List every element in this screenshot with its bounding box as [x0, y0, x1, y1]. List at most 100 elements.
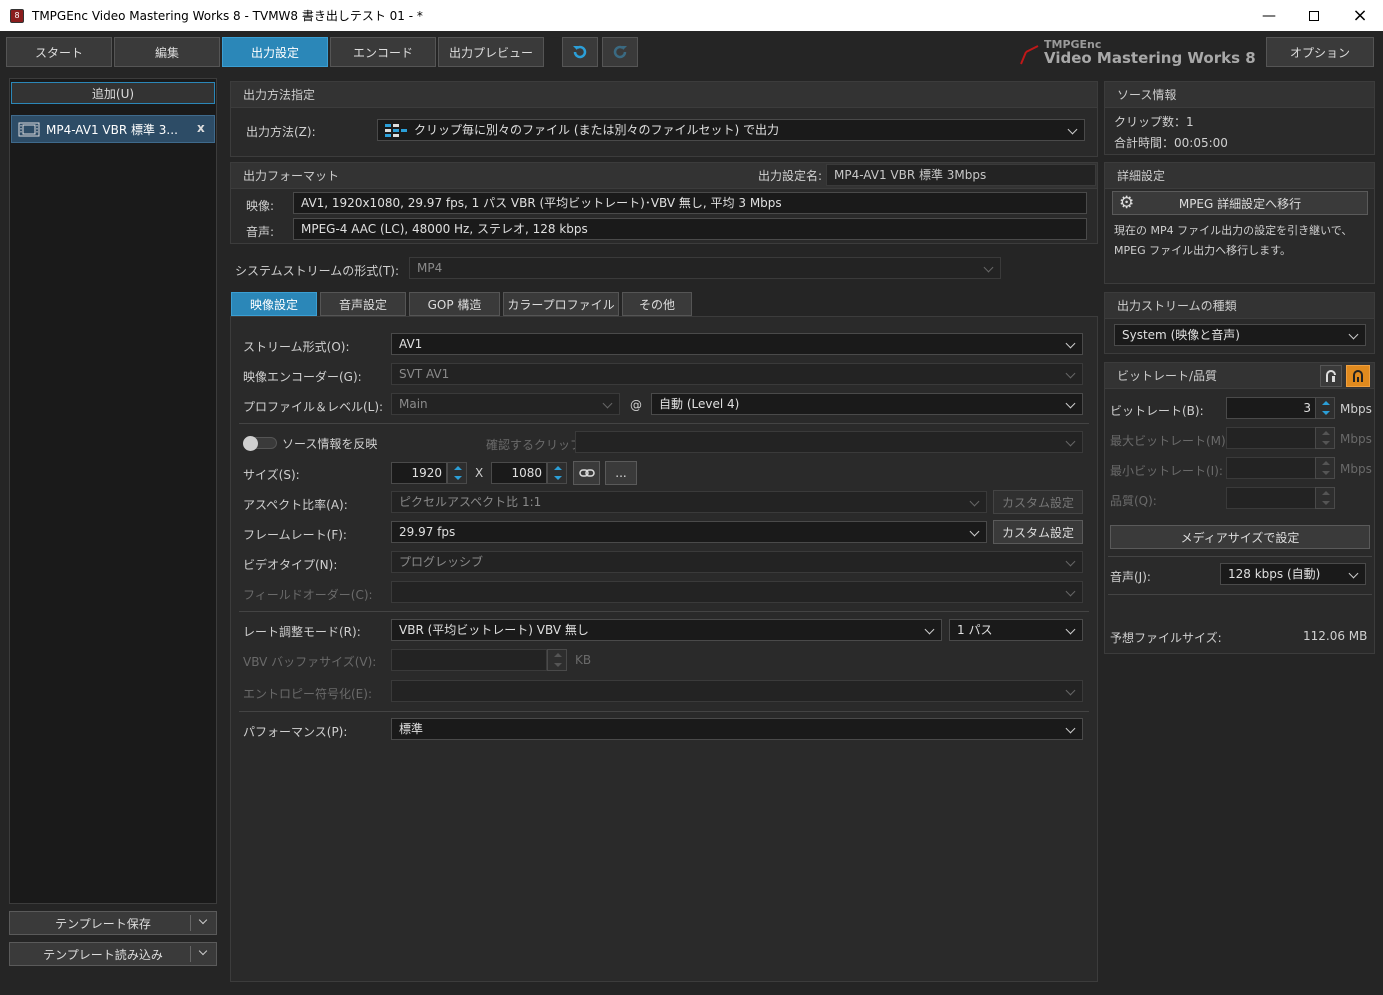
width-stepper[interactable] [447, 462, 467, 484]
maximize-button[interactable] [1291, 0, 1337, 31]
size-x-label: X [475, 466, 484, 480]
tab-output-settings[interactable]: 出力設定 [222, 37, 328, 67]
tab-gop-structure[interactable]: GOP 構造 [409, 292, 500, 316]
grid-icon [385, 124, 407, 137]
framerate-custom-button[interactable]: カスタム設定 [993, 520, 1083, 544]
tab-output-preview[interactable]: 出力プレビュー [438, 37, 544, 67]
chevron-down-icon [1065, 368, 1076, 379]
media-size-button[interactable]: メディアサイズで設定 [1110, 525, 1370, 549]
output-name-field[interactable]: MP4-AV1 VBR 標準 3Mbps [826, 164, 1096, 186]
tab-encode[interactable]: エンコード [330, 37, 436, 67]
framerate-label: フレームレート(F): [243, 528, 347, 542]
chevron-down-icon [1348, 329, 1359, 340]
size-label: サイズ(S): [243, 468, 300, 482]
video-encoder-label: 映像エンコーダー(G): [243, 370, 362, 384]
confirm-clip-select[interactable] [575, 431, 1083, 453]
vbv-label: VBV バッファサイズ(V): [243, 655, 377, 669]
redo-icon[interactable] [602, 37, 638, 67]
tab-audio-settings[interactable]: 音声設定 [320, 292, 406, 316]
size-more-button[interactable]: ... [605, 461, 637, 485]
stream-format-label: ストリーム形式(O): [243, 340, 350, 354]
min-bitrate-input[interactable] [1226, 457, 1316, 479]
entropy-label: エントロピー符号化(E): [243, 687, 372, 701]
quality-stepper[interactable] [1315, 487, 1335, 509]
chevron-down-icon [1065, 723, 1076, 734]
at-symbol: @ [630, 398, 642, 412]
max-bitrate-stepper[interactable] [1315, 427, 1335, 449]
chevron-down-icon [1065, 398, 1076, 409]
tab-edit[interactable]: 編集 [114, 37, 220, 67]
source-info-toggle[interactable] [243, 436, 277, 451]
rate-mode-select[interactable]: VBR (平均ビットレート) VBV 無し [391, 619, 942, 641]
bitrate-label: ビットレート(B): [1110, 404, 1204, 418]
stream-type-select[interactable]: System (映像と音声) [1114, 324, 1366, 346]
system-stream-select[interactable]: MP4 [409, 257, 1001, 279]
minimize-button[interactable]: — [1246, 0, 1292, 31]
tab-other[interactable]: その他 [622, 292, 692, 316]
max-bitrate-input[interactable] [1226, 427, 1316, 449]
profile-level-label: プロファイル＆レベル(L): [243, 400, 384, 414]
quality-mode-icon[interactable] [1346, 365, 1370, 387]
tab-video-settings[interactable]: 映像設定 [231, 292, 317, 316]
max-bitrate-unit: Mbps [1340, 432, 1372, 446]
remove-item-button[interactable]: x [197, 121, 205, 135]
close-button[interactable]: × [1337, 0, 1383, 31]
aspect-label: アスペクト比率(A): [243, 498, 348, 512]
level-select[interactable]: 自動 (Level 4) [651, 393, 1083, 415]
bitrate-stepper[interactable] [1315, 397, 1335, 419]
chevron-down-icon [924, 624, 935, 635]
chevron-down-icon [1065, 556, 1076, 567]
source-info-toggle-label: ソース情報を反映 [282, 437, 378, 451]
chevron-down-icon [969, 496, 980, 507]
tab-color-profile[interactable]: カラープロファイル [503, 292, 619, 316]
aspect-select[interactable]: ピクセルアスペクト比 1:1 [391, 491, 987, 513]
performance-select[interactable]: 標準 [391, 718, 1083, 740]
clip-count: クリップ数：1 [1114, 115, 1194, 129]
quality-label: 品質(Q): [1110, 494, 1157, 508]
min-bitrate-stepper[interactable] [1315, 457, 1335, 479]
vbr-mode-icon[interactable] [1320, 365, 1342, 387]
tab-start[interactable]: スタート [6, 37, 112, 67]
videotype-select[interactable]: プログレッシブ [391, 551, 1083, 573]
min-bitrate-unit: Mbps [1340, 462, 1372, 476]
pass-select[interactable]: 1 パス [949, 619, 1083, 641]
min-bitrate-label: 最小ビットレート(I): [1110, 464, 1223, 478]
add-button[interactable]: 追加(U) [11, 82, 215, 104]
mpeg-detail-button[interactable]: ⚙ MPEG 詳細設定へ移行 [1112, 191, 1368, 215]
total-duration: 合計時間：00:05:00 [1114, 136, 1228, 150]
audio-bitrate-select[interactable]: 128 kbps (自動) [1220, 563, 1366, 585]
width-input[interactable]: 1920 [391, 462, 447, 484]
height-input[interactable]: 1080 [491, 462, 547, 484]
stream-format-select[interactable]: AV1 [391, 333, 1083, 355]
fieldorder-select[interactable] [391, 581, 1083, 603]
clip-list-panel [9, 78, 217, 904]
vbv-input[interactable] [391, 649, 547, 671]
link-icon[interactable] [573, 461, 600, 485]
audio-summary-label: 音声: [246, 225, 275, 239]
bitrate-input[interactable]: 3 [1226, 397, 1316, 419]
video-summary-field: AV1, 1920x1080, 29.97 fps, 1 パス VBR (平均ビ… [293, 192, 1087, 214]
chevron-down-icon [198, 946, 208, 956]
options-button[interactable]: オプション [1266, 37, 1374, 67]
output-method-select[interactable]: クリップ毎に別々のファイル (または別々のファイルセット) で出力 [377, 119, 1085, 141]
aspect-custom-button[interactable]: カスタム設定 [993, 490, 1083, 514]
chevron-down-icon [1065, 624, 1076, 635]
list-item[interactable]: MP4-AV1 VBR 標準 3... x [11, 115, 215, 143]
profile-select[interactable]: Main [391, 393, 620, 415]
quality-input[interactable] [1226, 487, 1316, 509]
detail-desc-2: MPEG ファイル出力へ移行します。 [1114, 244, 1291, 257]
window-title: TMPGEnc Video Mastering Works 8 - TVMW8 … [32, 9, 423, 23]
video-encoder-select[interactable]: SVT AV1 [391, 363, 1083, 385]
height-stepper[interactable] [547, 462, 567, 484]
undo-icon[interactable] [562, 37, 598, 67]
framerate-select[interactable]: 29.97 fps [391, 521, 987, 543]
save-template-button[interactable]: テンプレート保存 [9, 911, 217, 935]
load-template-button[interactable]: テンプレート読み込み [9, 942, 217, 966]
brand-large: Video Mastering Works 8 [1044, 49, 1256, 67]
vbv-stepper[interactable] [547, 649, 567, 671]
entropy-select[interactable] [391, 680, 1083, 702]
system-stream-label: システムストリームの形式(T): [235, 264, 400, 278]
stream-type-header: 出力ストリームの種類 [1105, 293, 1374, 319]
audio-bitrate-label: 音声(J): [1110, 570, 1151, 584]
max-bitrate-label: 最大ビットレート(M): [1110, 434, 1230, 448]
